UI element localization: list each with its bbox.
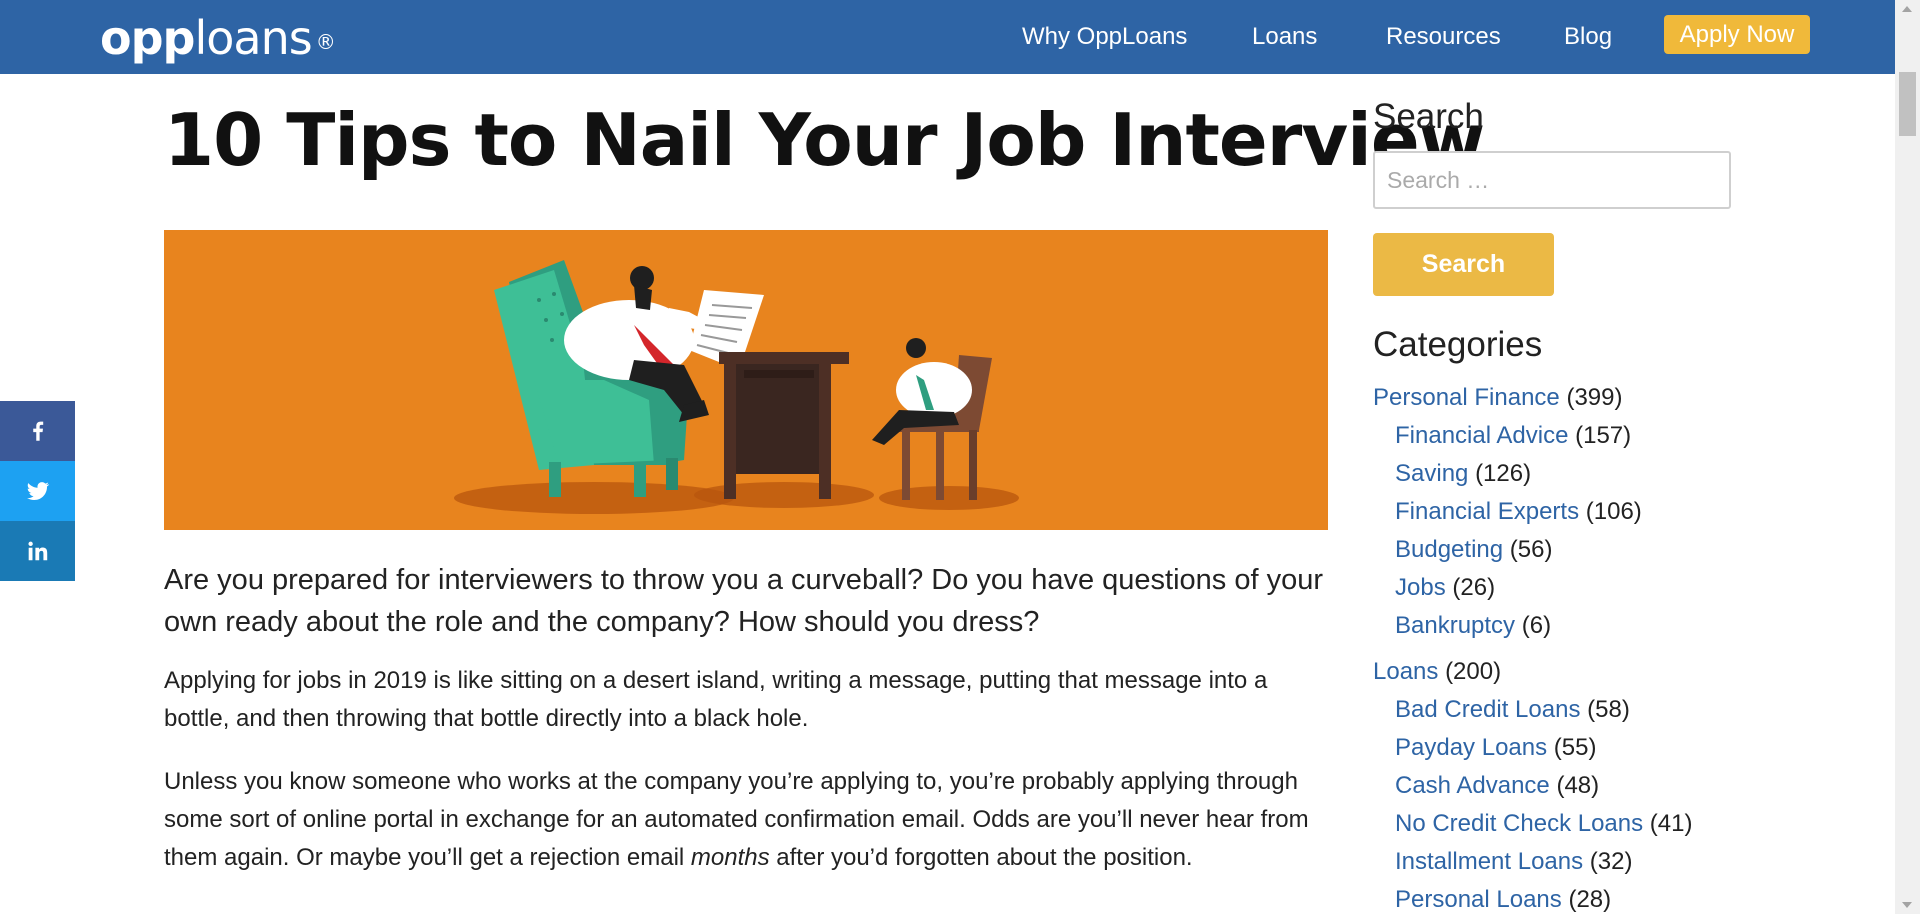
- article-paragraph-2: Unless you know someone who works at the…: [164, 763, 1334, 877]
- nav-blog[interactable]: Blog: [1564, 0, 1612, 74]
- article-paragraph-1: Applying for jobs in 2019 is like sittin…: [164, 667, 1268, 732]
- category-count: (48): [1556, 772, 1600, 799]
- category-count: (200): [1445, 658, 1502, 685]
- category-count: (6): [1521, 612, 1552, 639]
- category-count: (106): [1585, 498, 1642, 525]
- category-count: (58): [1587, 696, 1630, 723]
- category-no-credit-check-loans[interactable]: No Credit Check Loans (41): [1395, 809, 1692, 839]
- category-link[interactable]: Cash Advance: [1395, 772, 1550, 799]
- job-interview-illustration: [454, 260, 1019, 514]
- category-count: (32): [1589, 848, 1633, 875]
- categories-heading: Categories: [1373, 325, 1543, 364]
- category-count: (55): [1553, 734, 1597, 761]
- scroll-up-arrow-icon[interactable]: [1902, 6, 1912, 12]
- category-link[interactable]: Financial Advice: [1395, 422, 1568, 449]
- category-link[interactable]: Jobs: [1395, 574, 1446, 601]
- category-payday-loans[interactable]: Payday Loans (55): [1395, 733, 1596, 763]
- logo-loans: loans: [194, 11, 312, 65]
- category-link[interactable]: Loans: [1373, 658, 1438, 685]
- search-heading: Search: [1373, 97, 1484, 136]
- category-bad-credit-loans[interactable]: Bad Credit Loans (58): [1395, 695, 1630, 725]
- site-header: opploans ® Why OppLoans Loans Resources B…: [0, 0, 1895, 74]
- category-link[interactable]: Personal Finance: [1373, 384, 1560, 411]
- category-installment-loans[interactable]: Installment Loans (32): [1395, 847, 1632, 877]
- category-jobs[interactable]: Jobs (26): [1395, 573, 1495, 603]
- category-count: (28): [1568, 886, 1612, 913]
- category-count: (41): [1649, 810, 1693, 837]
- category-count: (26): [1452, 574, 1496, 601]
- category-count: (56): [1509, 536, 1553, 563]
- category-financial-experts[interactable]: Financial Experts (106): [1395, 497, 1642, 527]
- category-link[interactable]: Bad Credit Loans: [1395, 696, 1580, 723]
- category-financial-advice[interactable]: Financial Advice (157): [1395, 421, 1631, 451]
- twitter-icon: [26, 482, 49, 500]
- scroll-thumb[interactable]: [1899, 72, 1916, 136]
- category-link[interactable]: No Credit Check Loans: [1395, 810, 1643, 837]
- category-count: (157): [1575, 422, 1632, 449]
- search-button[interactable]: Search: [1373, 233, 1554, 296]
- paragraph-2-text-end: after you’d forgotten about the position…: [769, 844, 1193, 871]
- category-cash-advance[interactable]: Cash Advance (48): [1395, 771, 1599, 801]
- article-title: 10 Tips to Nail Your Job Interview: [164, 98, 1485, 182]
- logo-opp: opp: [100, 11, 195, 65]
- nav-loans[interactable]: Loans: [1252, 0, 1317, 74]
- page-scrollbar[interactable]: [1895, 0, 1920, 914]
- category-link[interactable]: Personal Loans: [1395, 886, 1562, 913]
- paragraph-2-emphasis: months: [690, 844, 770, 871]
- apply-now-button[interactable]: Apply Now: [1664, 15, 1810, 54]
- nav-why-opploans-link[interactable]: Why OppLoans: [1022, 23, 1187, 51]
- nav-resources-link[interactable]: Resources: [1386, 23, 1501, 51]
- facebook-icon: [32, 421, 43, 441]
- nav-resources[interactable]: Resources: [1386, 0, 1501, 74]
- category-budgeting[interactable]: Budgeting (56): [1395, 535, 1552, 565]
- category-loans[interactable]: Loans (200): [1373, 657, 1501, 687]
- nav-blog-link[interactable]: Blog: [1564, 23, 1612, 51]
- category-count: (126): [1475, 460, 1532, 487]
- category-link[interactable]: Installment Loans: [1395, 848, 1583, 875]
- category-bankruptcy[interactable]: Bankruptcy (6): [1395, 611, 1551, 641]
- category-link[interactable]: Saving: [1395, 460, 1468, 487]
- article-intro: Are you prepared for interviewers to thr…: [164, 564, 1324, 638]
- category-personal-finance[interactable]: Personal Finance (399): [1373, 383, 1622, 413]
- share-twitter-button[interactable]: [0, 461, 75, 521]
- category-link[interactable]: Budgeting: [1395, 536, 1503, 563]
- oppLoans-logo[interactable]: opploans ®: [100, 11, 336, 68]
- nav-why-opploans[interactable]: Why OppLoans: [1022, 0, 1187, 74]
- share-linkedin-button[interactable]: [0, 521, 75, 581]
- scroll-down-arrow-icon[interactable]: [1902, 902, 1912, 908]
- nav-loans-link[interactable]: Loans: [1252, 23, 1317, 51]
- category-saving[interactable]: Saving (126): [1395, 459, 1531, 489]
- search-input[interactable]: [1373, 151, 1731, 209]
- share-facebook-button[interactable]: [0, 401, 75, 461]
- linkedin-icon: [27, 541, 47, 561]
- category-count: (399): [1566, 384, 1623, 411]
- category-link[interactable]: Bankruptcy: [1395, 612, 1515, 639]
- category-personal-loans[interactable]: Personal Loans (28): [1395, 885, 1611, 914]
- logo-registered-mark: ®: [315, 29, 336, 54]
- category-link[interactable]: Payday Loans: [1395, 734, 1547, 761]
- hero-illustration: [164, 230, 1328, 530]
- category-link[interactable]: Financial Experts: [1395, 498, 1579, 525]
